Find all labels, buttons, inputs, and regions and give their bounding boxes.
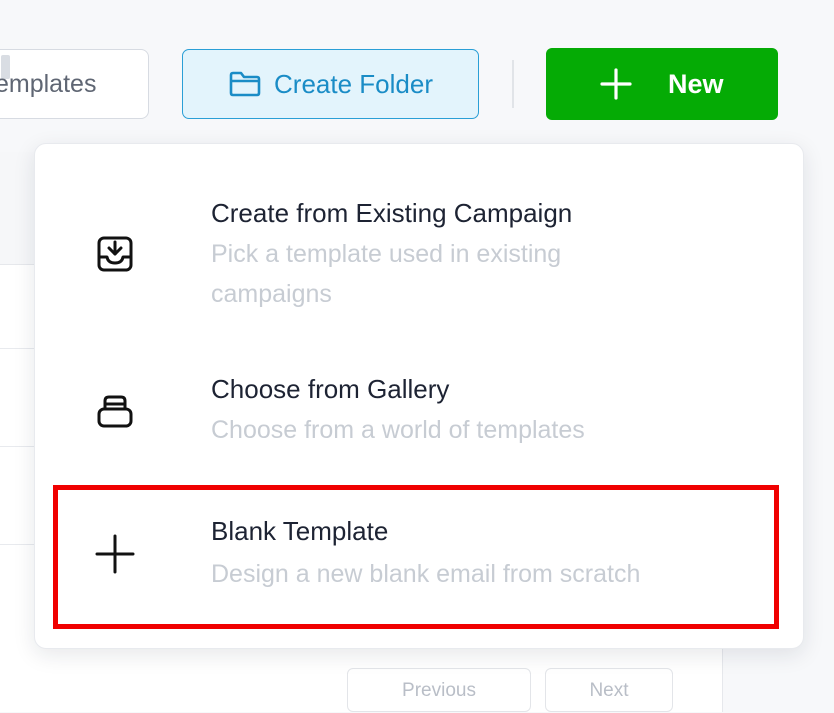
search-templates-input[interactable]: emplates: [0, 49, 149, 119]
create-folder-button[interactable]: Create Folder: [182, 49, 479, 119]
folder-icon: [228, 70, 262, 98]
previous-page-button[interactable]: Previous: [347, 668, 531, 712]
menu-item-title: Choose from Gallery: [211, 374, 450, 404]
menu-item-title: Create from Existing Campaign: [211, 198, 573, 228]
toolbar-divider: [512, 60, 514, 108]
plus-icon: [600, 68, 632, 100]
menu-item-description: Pick a template used in existing campaig…: [211, 240, 562, 308]
new-button[interactable]: New: [546, 48, 778, 120]
inbox-download-icon: [93, 232, 137, 276]
menu-item-gallery[interactable]: Choose from Gallery Choose from a world …: [35, 362, 803, 472]
menu-item-description: Choose from a world of templates: [211, 416, 585, 444]
menu-item-existing-campaign[interactable]: Create from Existing Campaign Pick a tem…: [35, 184, 803, 324]
search-placeholder: emplates: [0, 70, 97, 98]
plus-icon: [93, 532, 137, 576]
menu-item-blank-template[interactable]: Blank Template Design a new blank email …: [35, 504, 803, 616]
menu-item-title: Blank Template: [211, 516, 389, 546]
create-folder-label: Create Folder: [274, 68, 433, 99]
gallery-stack-icon: [93, 390, 137, 434]
menu-item-description: Design a new blank email from scratch: [211, 560, 641, 588]
new-template-dropdown: Create from Existing Campaign Pick a tem…: [34, 143, 804, 649]
next-page-button[interactable]: Next: [545, 668, 673, 712]
new-button-label: New: [668, 69, 724, 99]
